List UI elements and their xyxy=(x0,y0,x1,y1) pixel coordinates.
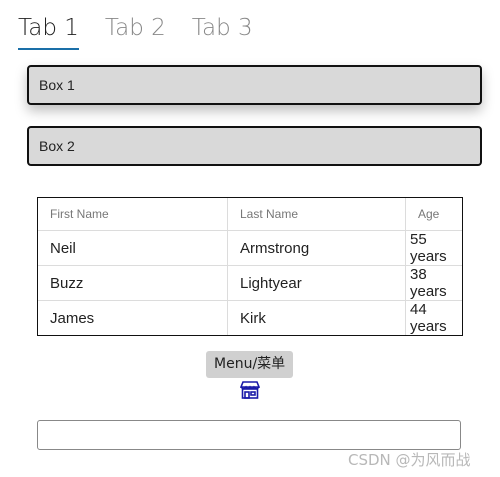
cell-age: 55 years xyxy=(405,230,462,266)
column-header-last-name[interactable]: Last Name xyxy=(227,198,406,231)
people-table: First Name Last Name Age Neil Armstrong … xyxy=(37,197,463,336)
cell-first-name: James xyxy=(38,300,228,335)
cell-first-name: Neil xyxy=(38,230,228,266)
page: Tab 1 Tab 2 Tab 3 Box 1 Box 2 First Name… xyxy=(0,0,500,477)
cell-last-name: Lightyear xyxy=(227,265,406,301)
menu-button[interactable]: Menu/菜单 xyxy=(206,351,294,378)
tab-1[interactable]: Tab 1 xyxy=(18,12,79,50)
table-row: James Kirk 44 years xyxy=(38,300,462,335)
column-header-first-name[interactable]: First Name xyxy=(38,198,228,231)
store-icon[interactable] xyxy=(240,380,260,400)
table-header-row: First Name Last Name Age xyxy=(38,198,462,231)
box-2: Box 2 xyxy=(27,126,482,166)
tab-3[interactable]: Tab 3 xyxy=(192,12,253,50)
tab-bar: Tab 1 Tab 2 Tab 3 xyxy=(18,12,279,50)
text-input[interactable] xyxy=(37,420,461,450)
table-row: Neil Armstrong 55 years xyxy=(38,230,462,266)
tab-2[interactable]: Tab 2 xyxy=(105,12,166,50)
cell-first-name: Buzz xyxy=(38,265,228,301)
cell-last-name: Armstrong xyxy=(227,230,406,266)
table-row: Buzz Lightyear 38 years xyxy=(38,265,462,301)
column-header-age[interactable]: Age xyxy=(405,198,462,231)
cell-age: 38 years xyxy=(405,265,462,301)
box-1: Box 1 xyxy=(27,65,482,105)
cell-last-name: Kirk xyxy=(227,300,406,335)
watermark: CSDN @为风而战 xyxy=(348,451,471,469)
cell-age: 44 years xyxy=(410,301,447,335)
